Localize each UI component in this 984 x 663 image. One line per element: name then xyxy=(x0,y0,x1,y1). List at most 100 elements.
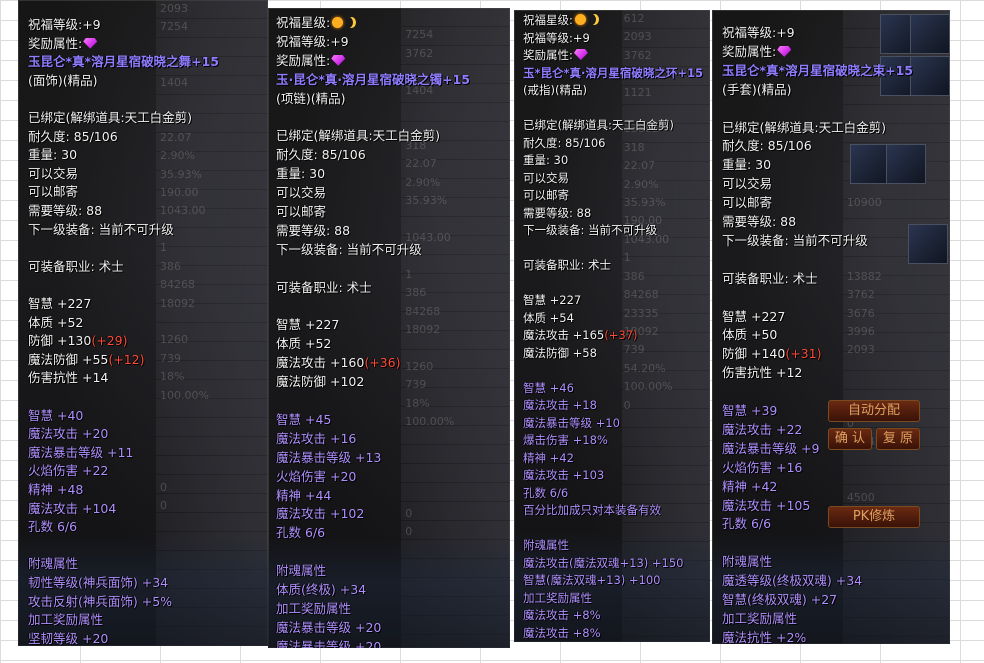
tooltip-line: 火焰伤害 +20 xyxy=(276,466,356,485)
background-stat-value: 1121 xyxy=(623,85,652,99)
sun-star-icon xyxy=(332,17,344,28)
background-stat-value: 1 xyxy=(160,241,167,255)
tooltip-line-text: 重量: 30 xyxy=(523,153,569,167)
equipment-slot[interactable] xyxy=(910,14,950,54)
tooltip-line: 已绑定(解绑道具:天工白金剪) xyxy=(722,117,886,136)
equipment-slot[interactable] xyxy=(850,144,890,184)
tooltip-line-text: 魔法攻击 +102 xyxy=(276,506,365,522)
tooltip-line-text: 已绑定(解绑道具:天工白金剪) xyxy=(523,118,674,132)
tooltip-line-text: 魔法暴击等级 +20 xyxy=(276,638,382,648)
background-stat-value xyxy=(847,470,942,488)
tooltip-line: 魔法暴击等级 +13 xyxy=(276,447,381,466)
tooltip-line-text: 耐久度: 85/106 xyxy=(722,138,812,154)
tooltip-line-text: 需要等级: 88 xyxy=(523,205,592,220)
tooltip-line: 加工奖励属性 xyxy=(722,608,797,627)
tooltip-line-text: 伤害抗性 +14 xyxy=(28,370,109,386)
reset-button[interactable]: 复 原 xyxy=(876,428,920,450)
background-stat-value: 3762 xyxy=(405,46,434,60)
tooltip-line: 重量: 30 xyxy=(28,144,77,163)
tooltip-line-text: 奖励属性: xyxy=(28,35,83,51)
bonus-value: (+36) xyxy=(364,355,401,371)
tooltip-line-text: (项链)(精品) xyxy=(276,90,346,106)
background-stat-value: 35.93% xyxy=(160,167,202,181)
tooltip-line-text: 精神 +48 xyxy=(28,482,84,497)
tooltip-line: 可装备职业: 术士 xyxy=(276,277,372,296)
background-stat-value: 35.93% xyxy=(405,194,448,208)
equipment-slot[interactable] xyxy=(910,56,950,96)
background-stat-value xyxy=(160,313,260,331)
tooltip-line-text: 需要等级: 88 xyxy=(722,214,797,229)
tooltip-line-text: 体质(终极) +34 xyxy=(276,582,367,597)
tooltip-line: 魔法防御 +55(+12) xyxy=(28,349,145,368)
tooltip-line: 防御 +130(+29) xyxy=(28,330,127,349)
tooltip-line-text: 可以邮寄 xyxy=(523,188,569,202)
background-stat-value: 22.07 xyxy=(405,157,437,171)
background-stat-value: 7254 xyxy=(160,20,188,34)
confirm-button[interactable]: 确 认 xyxy=(828,428,872,450)
tooltip-line-text: 爆击伤害 +18% xyxy=(523,433,608,447)
tooltip-line: 魔法攻击 +20 xyxy=(28,423,108,442)
tooltip-line-text: 耐久度: 85/106 xyxy=(523,135,606,150)
equipment-slot[interactable] xyxy=(908,224,948,264)
tooltip-line-text: 可以交易 xyxy=(276,185,327,201)
tooltip-line: 魔法攻击 +18 xyxy=(523,397,597,413)
tooltip-line: 体质 +50 xyxy=(722,324,777,343)
tooltip-line-text: 已绑定(解绑道具:天工白金剪) xyxy=(722,119,886,135)
tooltip-line: 耐久度: 85/106 xyxy=(523,135,606,151)
tooltip-line: 韧性等级(神兵面饰) +34 xyxy=(28,572,168,591)
auto-allocate-button[interactable]: 自动分配 xyxy=(828,400,920,422)
pk-training-button[interactable]: PK修炼 xyxy=(828,506,920,528)
tooltip-line-text: 附魂属性 xyxy=(276,563,327,579)
tooltip-line: 祝福等级:+9 xyxy=(523,30,590,46)
tooltip-line: 智慧 +39 xyxy=(722,400,777,419)
tooltip-line-text: 祝福星级: xyxy=(523,13,573,27)
background-stat-value: 2.90% xyxy=(405,175,441,189)
tooltip-line: 下一级装备: 当前不可升级 xyxy=(276,239,422,258)
tooltip-line-text: (戒指)(精品) xyxy=(523,83,587,97)
tooltip-line: 附魂属性 xyxy=(722,551,772,570)
background-stat-value xyxy=(160,423,260,441)
background-stat-value: 0 xyxy=(160,480,167,494)
tooltip-line-text: 可以交易 xyxy=(722,176,773,192)
tooltip-line-text: 可装备职业: 术士 xyxy=(523,258,612,272)
tooltip-line-text: 可以交易 xyxy=(28,165,79,181)
tooltip-line: 加工奖励属性 xyxy=(28,609,103,628)
background-stat-value: 7254 xyxy=(405,28,434,42)
tooltip-line: 智慧 +227 xyxy=(28,293,91,312)
tooltip-line: 加工奖励属性 xyxy=(276,598,351,617)
background-stat-value xyxy=(160,442,260,460)
tooltip-line: 附魂属性 xyxy=(523,537,569,553)
tooltip-line-text: 魔法攻击 +165 xyxy=(523,328,605,342)
background-stat-value: 2.90% xyxy=(623,177,659,191)
tooltip-line-text: 魔法攻击 +16 xyxy=(276,430,357,446)
tooltip-line: 伤害抗性 +12 xyxy=(722,362,802,381)
tooltip-line-text: 精神 +42 xyxy=(523,450,574,465)
tooltip-line: 耐久度: 85/106 xyxy=(28,126,118,145)
tooltip-line: 魔法攻击 +8% xyxy=(523,607,601,623)
tooltip-line-text: 可以邮寄 xyxy=(276,204,327,219)
bonus-value: (+31) xyxy=(785,346,822,362)
tooltip-line: 防御 +140(+31) xyxy=(722,343,821,362)
tooltip-line-text: 智慧 +227 xyxy=(28,296,92,311)
tooltip-line-text: 奖励属性: xyxy=(276,52,331,68)
background-stat-value xyxy=(405,468,502,486)
tooltip-line: 奖励属性: xyxy=(722,41,792,60)
tooltip-line: 魔法攻击 +16 xyxy=(276,428,356,447)
tooltip-line: 可以交易 xyxy=(722,173,772,192)
tooltip-line: 耐久度: 85/106 xyxy=(276,144,366,163)
tooltip-line-text: 火焰伤害 +16 xyxy=(722,459,803,475)
tooltip-line: 可以交易 xyxy=(523,170,569,186)
background-stat-value: 190.00 xyxy=(160,186,199,200)
tooltip-line: 需要等级: 88 xyxy=(28,200,102,219)
moon-star-icon xyxy=(344,17,353,28)
tooltip-line-text: 魔法暴击等级 +13 xyxy=(276,449,382,465)
tooltip-line-text: 耐久度: 85/106 xyxy=(276,147,366,163)
tooltip-line: 坚韧等级 +20 xyxy=(28,628,108,646)
tooltip-line: 需要等级: 88 xyxy=(523,205,591,221)
tooltip-line: 魔法攻击 +104 xyxy=(28,498,116,517)
tooltip-line-text: 火焰伤害 +22 xyxy=(28,463,109,479)
equipment-slot[interactable] xyxy=(886,144,926,184)
tooltip-line-text: 体质 +50 xyxy=(722,327,778,343)
tooltip-line: (手套)(精品) xyxy=(722,79,792,98)
tooltip-line-text: 智慧 +45 xyxy=(276,411,332,427)
